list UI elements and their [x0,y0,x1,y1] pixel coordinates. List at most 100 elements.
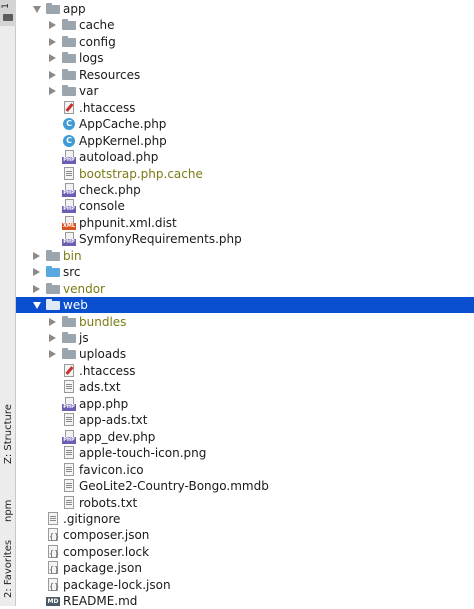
tree-row[interactable]: favicon.ico [16,462,474,478]
tree-row[interactable]: AppCache.php [16,116,474,132]
tree-row[interactable]: robots.txt [16,495,474,511]
collapsed-arrow-icon[interactable] [49,21,56,30]
tree-row[interactable]: uploads [16,346,474,362]
project-folder-icon [3,14,13,21]
collapsed-arrow-icon[interactable] [33,284,40,293]
tree-row[interactable]: bundles [16,314,474,330]
tree-row[interactable]: console [16,198,474,214]
expanded-arrow-icon[interactable] [33,302,41,310]
tree-row[interactable]: composer.json [16,527,474,545]
collapsed-arrow-icon[interactable] [33,268,40,277]
tree-row-label: package-lock.json [63,577,171,592]
tree-row[interactable]: js [16,330,474,346]
collapsed-arrow-icon[interactable] [33,251,40,260]
collapsed-arrow-icon[interactable] [49,70,56,79]
project-tab-number: 1 [0,3,11,9]
tree-row[interactable]: .htaccess [16,363,474,379]
folder-icon [62,51,76,65]
tree-row-label: robots.txt [79,495,138,510]
collapsed-arrow-icon[interactable] [49,87,56,96]
tree-row-label: app.php [79,396,129,411]
tree-row-label: src [63,265,81,280]
tree-row[interactable]: .gitignore [16,511,474,527]
xml-file-icon [62,215,76,230]
tree-row[interactable]: logs [16,50,474,66]
php-file-icon [62,429,76,444]
folder-icon [46,282,60,296]
folder-icon [46,298,60,312]
tree-row-label: console [79,199,125,214]
tree-row-label: logs [79,51,104,66]
tree-row[interactable]: ads.txt [16,379,474,395]
structure-tool-tab[interactable]: Z: Structure [0,392,16,464]
tree-row-label: apple-touch-icon.png [79,446,207,461]
php-file-icon [62,150,76,165]
expanded-arrow-icon[interactable] [33,6,41,13]
tree-row[interactable]: bin [16,248,474,264]
tree-row[interactable]: SymfonyRequirements.php [16,231,474,247]
tree-row[interactable]: phpunit.xml.dist [16,215,474,231]
tree-row-label: phpunit.xml.dist [79,215,177,230]
tree-row-label: app_dev.php [79,429,156,444]
json-file-icon [46,561,60,578]
npm-tool-tab[interactable]: npm [0,474,16,522]
favorites-tool-tab[interactable]: 2: Favorites [0,528,16,598]
tree-row-label: Resources [79,67,141,82]
tree-row[interactable]: GeoLite2-Country-Bongo.mmdb [16,478,474,494]
tree-row-label: vendor [63,281,105,296]
text-file-icon [62,413,76,427]
tree-row[interactable]: web [16,297,474,314]
collapsed-arrow-icon[interactable] [49,334,56,342]
tree-row-label: uploads [79,347,127,362]
tree-row[interactable]: .htaccess [16,100,474,116]
tree-row[interactable]: app_dev.php [16,429,474,445]
tree-row[interactable]: autoload.php [16,149,474,165]
tree-row[interactable]: app [16,1,474,17]
tree-row[interactable]: apple-touch-icon.png [16,445,474,461]
collapsed-arrow-icon[interactable] [49,54,56,63]
tree-row[interactable]: README.md [16,593,474,609]
tree-row[interactable]: package-lock.json [16,577,474,595]
project-tool-tab[interactable]: 1 [0,0,16,26]
tree-row[interactable]: package.json [16,560,474,578]
tree-row[interactable]: Resources [16,67,474,83]
tree-row[interactable]: config [16,34,474,50]
source-folder-icon [46,265,60,279]
tree-row[interactable]: check.php [16,182,474,198]
tree-row[interactable]: AppKernel.php [16,133,474,149]
php-file-icon [62,232,76,247]
php-file-icon [62,396,76,411]
tree-row-label: config [79,34,116,49]
htaccess-file-icon [62,100,76,115]
npm-tab-label: npm [3,499,14,522]
php-class-icon [62,134,76,148]
json-file-icon [46,577,60,595]
tree-row-label: favicon.ico [79,462,144,477]
tree-row[interactable]: composer.lock [16,544,474,562]
folder-icon [62,347,76,361]
text-file-icon [62,495,76,510]
tree-row[interactable]: bootstrap.php.cache [16,166,474,182]
tree-row-label: composer.json [63,528,150,543]
project-file-tree: appcacheconfiglogsResourcesvar.htaccessA… [16,0,474,609]
tree-row[interactable]: app-ads.txt [16,412,474,428]
tree-row-label: package.json [63,561,143,576]
tree-row[interactable]: cache [16,17,474,33]
folder-icon [62,331,76,345]
tree-row-label: js [79,331,89,345]
tree-row[interactable]: var [16,83,474,99]
markdown-file-icon [46,594,60,608]
json-file-icon [46,528,60,545]
collapsed-arrow-icon[interactable] [49,317,56,326]
folder-icon [46,2,60,16]
tree-row[interactable]: app.php [16,396,474,412]
tree-row-label: composer.lock [63,544,150,559]
tree-row[interactable]: src [16,264,474,280]
collapsed-arrow-icon[interactable] [49,350,56,359]
collapsed-arrow-icon[interactable] [49,37,56,46]
tree-row-label: web [63,298,88,313]
tree-row[interactable]: vendor [16,281,474,297]
tree-row-label: .htaccess [79,363,136,378]
json-file-icon [46,544,60,562]
tree-row-label: autoload.php [79,150,159,165]
